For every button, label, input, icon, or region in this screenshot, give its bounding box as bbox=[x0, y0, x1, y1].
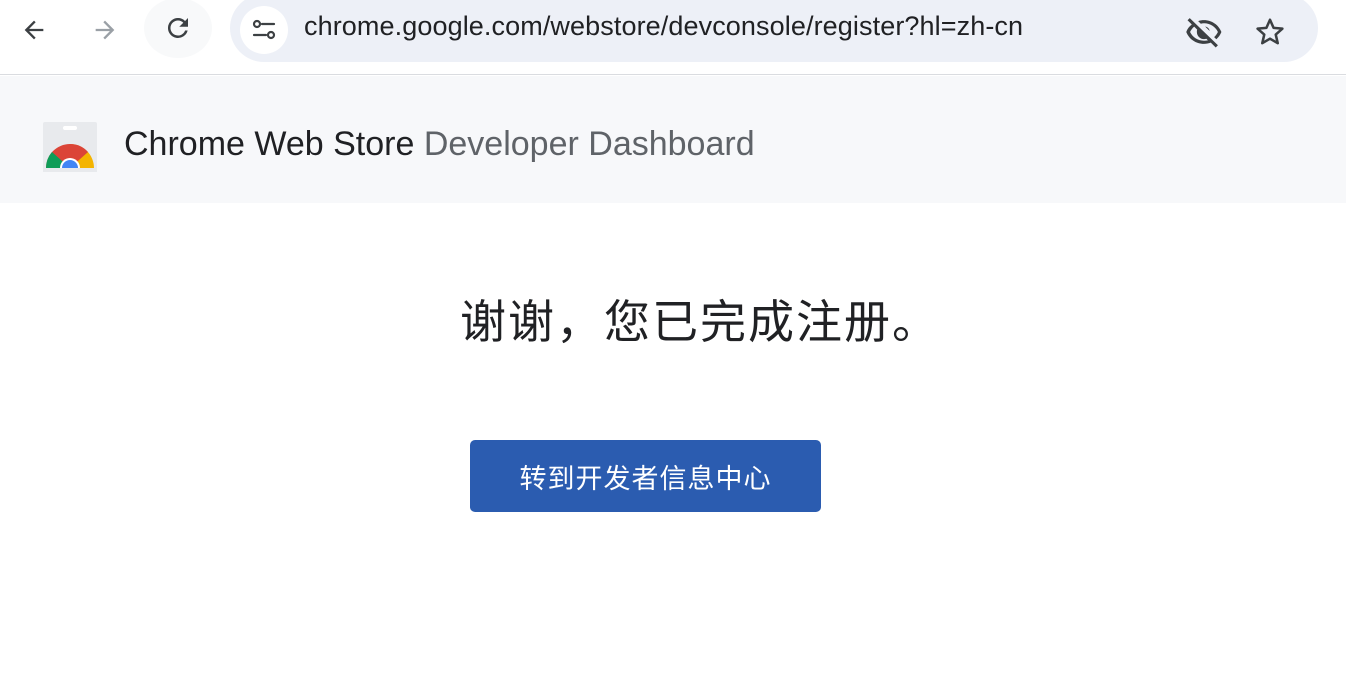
eye-off-icon bbox=[1186, 18, 1222, 48]
site-header: Chrome Web Store Developer Dashboard bbox=[0, 76, 1346, 203]
title-primary: Chrome Web Store bbox=[124, 125, 415, 163]
reload-button[interactable] bbox=[144, 0, 212, 58]
tracking-protection-button[interactable] bbox=[1180, 8, 1228, 56]
reload-icon bbox=[167, 17, 188, 38]
browser-toolbar: chrome.google.com/webstore/devconsole/re… bbox=[0, 0, 1346, 75]
url-text[interactable]: chrome.google.com/webstore/devconsole/re… bbox=[304, 11, 1023, 42]
back-button[interactable] bbox=[4, 0, 64, 60]
tune-icon bbox=[252, 19, 276, 40]
registration-complete-message: 谢谢，您已完成注册。 bbox=[460, 295, 940, 349]
title-secondary: Developer Dashboard bbox=[423, 125, 755, 163]
site-info-button[interactable] bbox=[240, 6, 288, 54]
arrow-forward-icon bbox=[95, 20, 115, 40]
forward-button[interactable] bbox=[75, 0, 135, 60]
arrow-back-icon bbox=[24, 20, 44, 40]
star-icon bbox=[1256, 18, 1284, 45]
bookmark-button[interactable] bbox=[1246, 8, 1294, 56]
page-title: Chrome Web Store Developer Dashboard bbox=[124, 125, 755, 164]
chrome-web-store-logo[interactable] bbox=[43, 122, 97, 172]
go-to-developer-dashboard-button[interactable]: 转到开发者信息中心 bbox=[470, 440, 821, 512]
address-bar[interactable]: chrome.google.com/webstore/devconsole/re… bbox=[230, 0, 1318, 62]
